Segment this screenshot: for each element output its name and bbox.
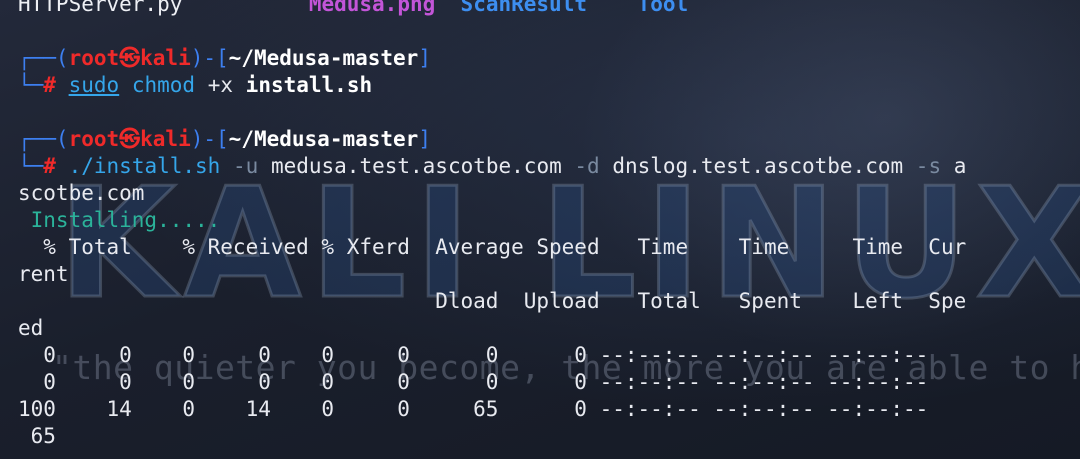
cmd-opt-u: -u: [232, 154, 259, 178]
file-httpserver: HTTPServer.py: [18, 0, 183, 16]
command-line: └─# sudo chmod +x install.sh: [18, 72, 1080, 99]
curl-header-2: Dload Upload Total Spent Left Spe: [18, 289, 967, 313]
curl-progress-row: 0 0 0 0 0 0 0 0 --:--:-- --:--:-- --:--:…: [18, 370, 929, 394]
curl-progress-row: 0 0 0 0 0 0 0 0 --:--:-- --:--:-- --:--:…: [18, 343, 929, 367]
curl-header-1-wrap: rent: [18, 262, 69, 286]
cmd-opt-s: -s: [915, 154, 942, 178]
curl-progress-row: 100 14 0 14 0 0 65 0 --:--:-- --:--:-- -…: [18, 397, 929, 421]
curl-header-1: % Total % Received % Xferd Average Speed…: [18, 235, 967, 259]
cmd-chmod: chmod: [131, 73, 196, 97]
file-medusa-png: Medusa.png: [308, 0, 436, 16]
prompt-path: ~/Medusa-master: [228, 46, 419, 70]
cmd-val-u: medusa.test.ascotbe.com: [270, 154, 562, 178]
installing-status: Installing.....: [18, 208, 221, 232]
prompt-header: ┌──(root㉿kali)-[~/Medusa-master]: [18, 126, 1080, 153]
prompt-frame: )-[: [190, 127, 229, 151]
prompt-hash: #: [43, 154, 56, 178]
prompt-frame: ]: [418, 46, 431, 70]
ls-output-line: HTTPServer.py Medusa.png ScanResult Tool: [18, 0, 1080, 18]
prompt-frame: ]: [418, 127, 431, 151]
prompt-user: root㉿kali: [68, 127, 191, 151]
terminal-output[interactable]: HTTPServer.py Medusa.png ScanResult Tool…: [18, 0, 1080, 450]
prompt-frame: └─: [18, 73, 44, 97]
curl-progress-row-wrap: 65: [18, 424, 56, 448]
dir-scanresult: ScanResult: [460, 0, 587, 16]
prompt-header: ┌──(root㉿kali)-[~/Medusa-master]: [18, 45, 1080, 72]
prompt-user: root㉿kali: [68, 46, 191, 70]
command-line: └─# ./install.sh -u medusa.test.ascotbe.…: [18, 153, 1080, 180]
cmd-val-d: dnslog.test.ascotbe.com: [612, 154, 904, 178]
prompt-frame: └─: [18, 154, 44, 178]
prompt-frame: )-[: [190, 46, 229, 70]
cmd-opt-d: -d: [574, 154, 600, 178]
terminal-window[interactable]: KALI LINUX "the quieter you become, the …: [0, 0, 1080, 459]
curl-header-2-wrap: ed: [18, 316, 44, 340]
prompt-path: ~/Medusa-master: [228, 127, 419, 151]
command-wrap-line: scotbe.com: [18, 181, 145, 205]
dir-tool: Tool: [637, 0, 689, 16]
prompt-frame: ┌──(: [18, 46, 69, 70]
prompt-hash: #: [43, 73, 56, 97]
cmd-arg-file: install.sh: [245, 73, 373, 97]
cmd-val-s: a: [953, 154, 967, 178]
prompt-frame: ┌──(: [18, 127, 69, 151]
cmd-arg: +x: [207, 73, 234, 97]
cmd-install: ./install.sh: [68, 154, 221, 178]
cmd-sudo: sudo: [68, 73, 120, 97]
